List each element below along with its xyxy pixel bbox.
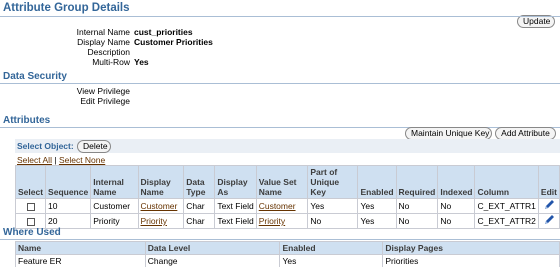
display-name-label: Display Name bbox=[77, 37, 130, 47]
unique-key-cell: No bbox=[307, 213, 359, 229]
attributes-title: Attributes bbox=[3, 115, 51, 126]
table-row: 20 Priority Priority Char Text Field Pri… bbox=[14, 213, 560, 229]
col-name: Name bbox=[15, 241, 146, 255]
col-required: Required bbox=[395, 165, 439, 199]
display-pages-cell: Priorities bbox=[382, 254, 560, 267]
row-select-checkbox[interactable] bbox=[26, 202, 35, 211]
multi-row-value: Yes bbox=[134, 57, 149, 67]
name-cell: Feature ER bbox=[15, 254, 146, 267]
col-column: Column bbox=[474, 165, 539, 199]
display-as-cell: Text Field bbox=[214, 198, 257, 214]
col-indexed: Indexed bbox=[437, 165, 476, 199]
page-title: Attribute Group Details bbox=[3, 2, 130, 14]
display-name-value: Customer Priorities bbox=[134, 37, 213, 47]
multi-row-label: Multi-Row bbox=[92, 57, 130, 67]
column-cell: C_EXT_ATTR2 bbox=[474, 213, 539, 229]
table-row: Feature ER Change Yes Priorities bbox=[15, 254, 560, 267]
delete-button[interactable]: Delete bbox=[77, 140, 111, 153]
table-row: 10 Customer Customer Char Text Field Cus… bbox=[14, 198, 560, 214]
data-security-title: Data Security bbox=[3, 71, 67, 82]
where-used-title: Where Used bbox=[3, 227, 61, 238]
col-internal-name: Internal Name bbox=[90, 165, 139, 199]
enabled-cell: Yes bbox=[357, 213, 397, 229]
internal-name-value: cust_priorities bbox=[134, 27, 193, 37]
title-divider bbox=[0, 16, 560, 17]
col-enabled: Enabled bbox=[357, 165, 397, 199]
edit-privilege-label: Edit Privilege bbox=[80, 96, 130, 106]
select-all-link[interactable]: Select All bbox=[17, 155, 52, 165]
required-cell: No bbox=[395, 198, 439, 214]
required-cell: No bbox=[395, 213, 439, 229]
where-used-header-row: Name Data Level Enabled Display Pages bbox=[15, 241, 560, 255]
display-name-link[interactable]: Customer bbox=[141, 201, 178, 211]
col-data-level: Data Level bbox=[144, 241, 281, 255]
row-select-checkbox[interactable] bbox=[26, 217, 35, 226]
data-security-divider bbox=[0, 83, 560, 84]
column-cell: C_EXT_ATTR1 bbox=[474, 198, 539, 214]
internal-name-label: Internal Name bbox=[76, 27, 130, 37]
enabled-cell: Yes bbox=[357, 198, 397, 214]
col-select: Select bbox=[14, 165, 47, 199]
view-privilege-label: View Privilege bbox=[76, 86, 130, 96]
attributes-header-row: Select Sequence Internal Name Display Na… bbox=[14, 165, 560, 199]
display-name-link[interactable]: Priority bbox=[141, 216, 167, 226]
col-display-name: Display Name bbox=[137, 165, 185, 199]
enabled-cell: Yes bbox=[279, 254, 384, 267]
indexed-cell: No bbox=[437, 198, 476, 214]
data-type-cell: Char bbox=[183, 198, 216, 214]
where-used-divider bbox=[0, 239, 560, 240]
col-display-pages: Display Pages bbox=[382, 241, 560, 255]
sequence-cell: 10 bbox=[45, 198, 92, 214]
data-type-cell: Char bbox=[183, 213, 216, 229]
value-set-link[interactable]: Customer bbox=[259, 201, 296, 211]
display-as-cell: Text Field bbox=[214, 213, 257, 229]
select-none-link[interactable]: Select None bbox=[59, 155, 105, 165]
col-data-type: Data Type bbox=[183, 165, 216, 199]
data-level-cell: Change bbox=[144, 254, 281, 267]
unique-key-cell: Yes bbox=[307, 198, 359, 214]
internal-name-cell: Customer bbox=[90, 198, 139, 214]
select-object-label: Select Object: bbox=[17, 141, 74, 151]
description-label: Description bbox=[87, 47, 130, 57]
value-set-link[interactable]: Priority bbox=[259, 216, 285, 226]
where-used-table: Name Data Level Enabled Display Pages Fe… bbox=[15, 241, 560, 267]
internal-name-cell: Priority bbox=[90, 213, 139, 229]
col-part-of-unique-key: Part of Unique Key bbox=[307, 165, 359, 199]
indexed-cell: No bbox=[437, 213, 476, 229]
edit-pencil-icon[interactable] bbox=[543, 199, 555, 211]
link-separator: | bbox=[54, 155, 57, 165]
attributes-table: Select Sequence Internal Name Display Na… bbox=[14, 165, 560, 229]
edit-pencil-icon[interactable] bbox=[543, 214, 555, 226]
col-enabled: Enabled bbox=[279, 241, 384, 255]
col-sequence: Sequence bbox=[45, 165, 92, 199]
col-edit: Edit bbox=[537, 165, 560, 199]
col-value-set-name: Value Set Name bbox=[255, 165, 309, 199]
col-display-as: Display As bbox=[214, 165, 257, 199]
